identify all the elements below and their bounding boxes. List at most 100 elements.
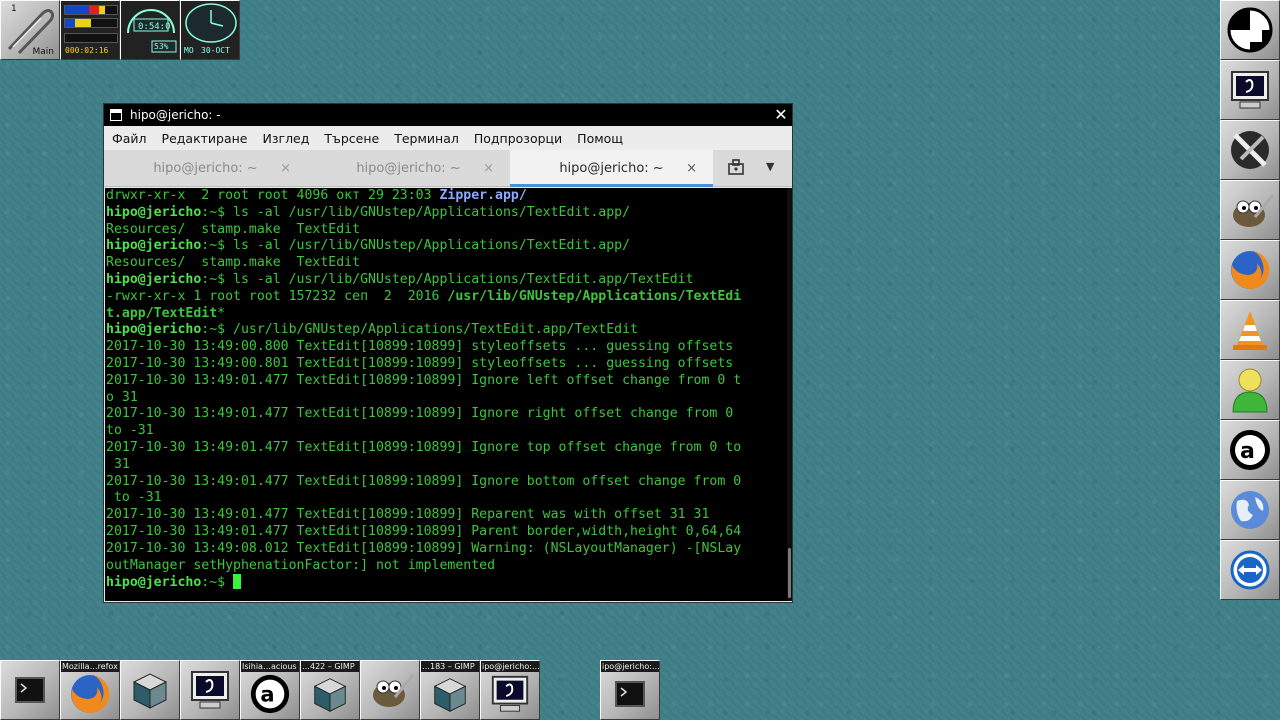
teamviewer-icon [1230,550,1270,590]
dock-terminal-app[interactable] [1220,60,1280,120]
tools-icon [1231,131,1269,169]
taskbar-caption: …183 – GIMP [421,661,479,672]
taskbar-audacious-window[interactable]: Isihia…acious a [240,660,300,720]
dock-contacts-app[interactable] [1220,360,1280,420]
menu-edit[interactable]: Редактиране [162,131,248,146]
clock-date: 30-OCT [201,46,230,55]
clock-day: MO [184,46,194,55]
workspace-name: Main [32,47,55,57]
menu-file[interactable]: Файл [112,131,147,146]
monitor-icon [1231,71,1269,109]
cube-icon [433,678,467,712]
taskbar-caption: Mozilla…refox [61,661,119,672]
svg-text:a: a [1240,439,1255,464]
tab-close-icon[interactable]: × [280,150,291,187]
terminal-line: 2017-10-30 13:49:01.477 TextEdit[10899:1… [106,439,742,455]
taskbar-cube-app-1[interactable] [120,660,180,720]
monitor-icon [491,675,529,712]
window-title: hipo@jericho: - [130,108,221,122]
tab-close-icon[interactable]: × [483,150,494,187]
terminal-line: hipo@jericho:~$ /usr/lib/GNUstep/Applica… [106,322,638,338]
cpu-monitor-applet[interactable]: 000:02:16 [60,0,120,60]
vlc-cone-icon [1233,311,1267,350]
terminal-line: 2017-10-30 13:49:01.477 TextEdit[10899:1… [106,507,710,523]
taskbar-gimp-window-1[interactable]: …422 – GIMP [300,660,360,720]
taskbar-terminal-miniwindow[interactable]: ipo@jericho:… [600,660,660,720]
taskbar-firefox-window[interactable]: Mozilla…refox [60,660,120,720]
terminal-line: 2017-10-30 13:49:01.477 TextEdit[10899:1… [106,523,742,539]
menu-view[interactable]: Изглед [263,131,310,146]
terminal-line: 2017-10-30 13:49:01.477 TextEdit[10899:1… [106,406,734,422]
dock-gnustep-logo[interactable] [1220,0,1280,60]
terminal-line: Resources/ stamp.make TextEdit [106,221,361,237]
terminal-line: hipo@jericho:~$ ls -al /usr/lib/GNUstep/… [106,204,631,220]
workspace-clip[interactable]: 1 Main [0,0,60,60]
menu-tabs[interactable]: Подпрозорци [474,131,562,146]
uptime-readout: 000:02:16 [65,46,109,55]
close-window-button[interactable]: ✕ [772,106,790,124]
menu-terminal[interactable]: Терминал [394,131,459,146]
taskbar-terminal-app[interactable] [0,660,60,720]
taskbar-gimp-app[interactable] [360,660,420,720]
terminal-line: Resources/ stamp.make TextEdit [106,255,361,271]
svg-text:0:54:0: 0:54:0 [138,22,171,32]
terminal-line: hipo@jericho:~$ ls -al /usr/lib/GNUstep/… [106,238,631,254]
terminal-line: t.app/TextEdit* [106,305,226,321]
terminal-line: outManager setHyphenationFactor:] not im… [106,557,496,573]
tab-1[interactable]: hipo@jericho: ~ × [104,150,307,187]
taskbar-caption: ipo@jericho:… [481,661,539,672]
battery-gauge-icon: 0:54:0 [127,9,177,53]
dock-vlc-app[interactable] [1220,300,1280,360]
battery-applet[interactable]: 0:54:0 53% [120,0,180,60]
terminal-window[interactable]: hipo@jericho: - ✕ Файл Редактиране Изгле… [103,103,793,603]
terminal-line: drwxr-xr-x 2 root root 4096 окт 29 23:03… [106,188,527,203]
dock-audacious-app[interactable]: a [1220,420,1280,480]
tab-2[interactable]: hipo@jericho: ~ × [307,150,510,187]
taskbar-caption: ipo@jericho:… [601,661,659,672]
terminal-icon [615,681,645,707]
tab-close-icon[interactable]: × [686,150,697,187]
tab-list-dropdown-icon[interactable]: ▼ [766,160,774,173]
cpu-bar-1 [64,5,118,15]
menu-help[interactable]: Помощ [577,131,623,146]
dock-preferences-app[interactable] [1220,120,1280,180]
taskbar-monitor-app[interactable] [180,660,240,720]
dock-teamviewer-app[interactable] [1220,540,1280,600]
taskbar-caption: …422 – GIMP [301,661,359,672]
tab-label: hipo@jericho: ~ [559,161,664,176]
dock-gimp-app[interactable] [1220,180,1280,240]
menu-search[interactable]: Търсене [324,131,379,146]
user-icon [1232,368,1268,413]
terminal-line: 2017-10-30 13:49:08.012 TextEdit[10899:1… [106,540,742,556]
terminal-line: 2017-10-30 13:49:01.477 TextEdit[10899:1… [106,473,742,489]
battery-percent: 53% [154,42,169,51]
gimp-icon [1233,194,1275,227]
dock-web-browser-app[interactable] [1220,480,1280,540]
cube-icon [132,673,168,709]
terminal-line: to -31 [106,490,162,506]
tab-3-active[interactable]: hipo@jericho: ~ × [510,150,713,187]
firefox-icon [71,674,110,713]
firefox-icon [1231,250,1270,289]
taskbar-terminal-window[interactable]: ipo@jericho:… [480,660,540,720]
terminal-scrollbar[interactable] [787,188,792,601]
window-menu-icon[interactable] [110,109,122,121]
scrollbar-thumb[interactable] [788,548,791,598]
terminal-line: hipo@jericho:~$ ls -al /usr/lib/GNUstep/… [106,271,694,287]
taskbar-gimp-window-2[interactable]: …183 – GIMP [420,660,480,720]
tab-bar: hipo@jericho: ~ × hipo@jericho: ~ × hipo… [104,150,792,187]
terminal-line: o 31 [106,389,138,405]
cpu-bar-3 [64,33,118,43]
window-titlebar[interactable]: hipo@jericho: - ✕ [104,104,792,126]
audacious-icon: a [250,674,290,714]
terminal-line: -rwxr-xr-x 1 root root 157232 сеп 2 2016… [106,288,742,304]
audacious-icon: a [1230,430,1270,470]
dock-firefox-app[interactable] [1220,240,1280,300]
new-tab-icon[interactable] [726,158,746,178]
tab-label: hipo@jericho: ~ [153,161,258,176]
terminal-prompt-line: hipo@jericho:~$ [106,574,789,591]
clock-applet[interactable]: MO 30-OCT [180,0,240,60]
terminal-line: 31 [106,456,130,472]
terminal-output[interactable]: drwxr-xr-x 2 root root 4096 окт 29 23:03… [105,188,789,601]
terminal-line: 2017-10-30 13:49:00.801 TextEdit[10899:1… [106,355,734,371]
